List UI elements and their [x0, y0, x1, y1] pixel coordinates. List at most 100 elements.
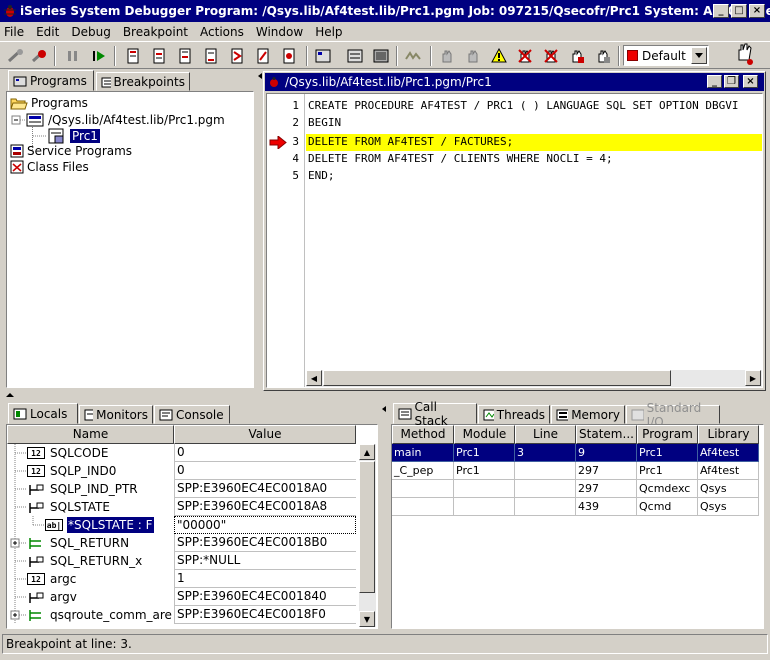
tree-item-module[interactable]: Prc1	[33, 128, 100, 144]
table-row[interactable]: SQLP_IND_PTR SPP:E3960EC4EC0018A0	[7, 480, 359, 498]
scroll-right-icon[interactable]: ▶	[745, 370, 761, 386]
tab-standard-io[interactable]: Standard I/O	[626, 401, 720, 429]
source-line[interactable]: BEGIN	[308, 116, 341, 129]
tree-item-program[interactable]: /Qsys.lib/Af4test.lib/Prc1.pgm	[11, 112, 225, 128]
scroll-left-icon[interactable]: ◀	[306, 370, 322, 386]
local-value[interactable]: 0	[174, 444, 356, 462]
tab-threads[interactable]: Threads	[478, 405, 550, 424]
breakpoint-set-icon[interactable]	[566, 45, 588, 67]
table-row[interactable]: SQL_RETURN SPP:E3960EC4EC0018B0	[7, 534, 359, 552]
table-row[interactable]: SQLSTATE SPP:E3960EC4EC0018A8	[7, 498, 359, 516]
step-debug-icon[interactable]	[278, 45, 300, 67]
local-value[interactable]: SPP:E3960EC4EC0018F0	[174, 606, 356, 624]
step-filter-icon[interactable]	[252, 45, 274, 67]
call-stack-header-cell[interactable]: Method	[392, 425, 454, 444]
run-to-cursor-icon[interactable]	[200, 45, 222, 67]
menu-debug[interactable]: Debug	[71, 25, 110, 39]
tab-memory[interactable]: Memory	[551, 405, 625, 424]
call-stack-header-cell[interactable]: Program	[637, 425, 698, 444]
menu-actions[interactable]: Actions	[200, 25, 244, 39]
step-return-icon[interactable]	[174, 45, 196, 67]
table-row[interactable]: qsqroute_comm_area SPP:E3960EC4EC0018F0	[7, 606, 359, 624]
source-editor[interactable]: 1 CREATE PROCEDURE AF4TEST / PRC1 ( ) LA…	[266, 93, 763, 388]
source-hscrollbar[interactable]: ◀ ▶	[306, 370, 762, 387]
source-restore-button[interactable]: ❐	[724, 75, 739, 88]
resume-icon[interactable]	[88, 45, 110, 67]
source-close-button[interactable]: ×	[743, 75, 758, 88]
bottom-vertical-splitter[interactable]	[380, 403, 388, 631]
locals-header-value[interactable]: Value	[174, 425, 356, 444]
splitter-left-arrow-icon[interactable]	[381, 405, 387, 415]
local-value[interactable]: SPP:E3960EC4EC0018A0	[174, 480, 356, 498]
source-minimize-button[interactable]: _	[707, 75, 722, 88]
tree-item-class-files[interactable]: Class Files	[10, 160, 89, 174]
maximize-button[interactable]: □	[731, 4, 747, 18]
table-row[interactable]: 12 argc 1	[7, 570, 359, 588]
warning-icon[interactable]	[488, 45, 510, 67]
locals-vscroll-thumb[interactable]	[359, 461, 375, 593]
breakpoint-disable-icon[interactable]	[592, 45, 614, 67]
local-value[interactable]: SPP:E3960EC4EC0018B0	[174, 534, 356, 552]
local-value[interactable]: 1	[174, 570, 356, 588]
locals-header-name[interactable]: Name	[7, 425, 174, 444]
tab-programs[interactable]: Programs	[8, 70, 94, 91]
table-row[interactable]: _C_pep Prc1 297 Prc1 Af4test	[392, 462, 759, 480]
horizontal-splitter[interactable]	[0, 391, 770, 399]
source-line[interactable]: CREATE PROCEDURE AF4TEST / PRC1 ( ) LANG…	[308, 99, 762, 112]
local-value[interactable]: 0	[174, 462, 356, 480]
splitter-up-arrow-icon[interactable]	[5, 392, 15, 398]
table-row[interactable]: ab| *SQLSTATE : F "00000"	[7, 516, 359, 534]
step-into-source-icon[interactable]	[148, 45, 170, 67]
hand-stop-icon[interactable]	[436, 45, 458, 67]
local-value[interactable]: SPP:E3960EC4EC001840	[174, 588, 356, 606]
close-button[interactable]: ×	[749, 4, 765, 18]
local-value[interactable]: SPP:E3960EC4EC0018A8	[174, 498, 356, 516]
table-row[interactable]: 297 Qcmdexc Qsys	[392, 480, 759, 498]
hand-wave-icon[interactable]	[733, 43, 755, 65]
data-icon[interactable]	[312, 45, 334, 67]
source-hscroll-thumb[interactable]	[323, 370, 671, 386]
tab-call-stack[interactable]: Call Stack	[393, 400, 477, 428]
menu-breakpoint[interactable]: Breakpoint	[123, 25, 188, 39]
locals-vscrollbar[interactable]: ▲ ▼	[359, 444, 376, 627]
scroll-down-icon[interactable]: ▼	[359, 611, 375, 627]
memory-view-icon[interactable]	[370, 45, 392, 67]
minimize-button[interactable]: _	[713, 4, 729, 18]
tree-item-programs[interactable]: Programs	[10, 96, 88, 110]
local-value[interactable]: "00000"	[174, 516, 356, 534]
source-line[interactable]: DELETE FROM AF4TEST / FACTURES;	[308, 135, 513, 148]
call-stack-header-cell[interactable]: Statem...	[576, 425, 637, 444]
settings-icon[interactable]	[402, 45, 424, 67]
tab-locals[interactable]: Locals	[8, 403, 78, 424]
breakpoint-remove-icon[interactable]	[514, 45, 536, 67]
table-row[interactable]: argv SPP:E3960EC4EC001840	[7, 588, 359, 606]
source-line[interactable]: END;	[308, 169, 335, 182]
call-stack-header-cell[interactable]: Module	[454, 425, 515, 444]
pause-icon[interactable]	[62, 45, 84, 67]
menu-window[interactable]: Window	[256, 25, 303, 39]
tab-monitors[interactable]: Monitors	[79, 405, 153, 424]
table-row[interactable]: SQL_RETURN_x SPP:*NULL	[7, 552, 359, 570]
step-over-icon[interactable]	[122, 45, 144, 67]
tab-console[interactable]: Console	[154, 405, 230, 424]
call-stack-header-cell[interactable]: Line	[515, 425, 576, 444]
watch-icon[interactable]	[344, 45, 366, 67]
table-row[interactable]: 12 SQLP_IND0 0	[7, 462, 359, 480]
menu-edit[interactable]: Edit	[36, 25, 59, 39]
tab-breakpoints[interactable]: Breakpoints	[96, 72, 190, 91]
call-stack-header-cell[interactable]: Library	[698, 425, 759, 444]
source-line[interactable]: DELETE FROM AF4TEST / CLIENTS WHERE NOCL…	[308, 152, 613, 165]
hand-icon[interactable]	[462, 45, 484, 67]
step-into-icon[interactable]	[4, 45, 26, 67]
table-row[interactable]: 439 Qcmd Qsys	[392, 498, 759, 516]
menu-help[interactable]: Help	[315, 25, 342, 39]
environment-select[interactable]: Default	[623, 45, 709, 66]
menu-file[interactable]: File	[4, 25, 24, 39]
tree-item-service-programs[interactable]: Service Programs	[10, 144, 132, 158]
table-row[interactable]: 12 SQLCODE 0	[7, 444, 359, 462]
table-row[interactable]: main Prc1 3 9 Prc1 Af4test	[392, 444, 759, 462]
scroll-up-icon[interactable]: ▲	[359, 444, 375, 460]
step-skip-icon[interactable]	[226, 45, 248, 67]
breakpoint-clear-icon[interactable]	[540, 45, 562, 67]
local-value[interactable]: SPP:*NULL	[174, 552, 356, 570]
